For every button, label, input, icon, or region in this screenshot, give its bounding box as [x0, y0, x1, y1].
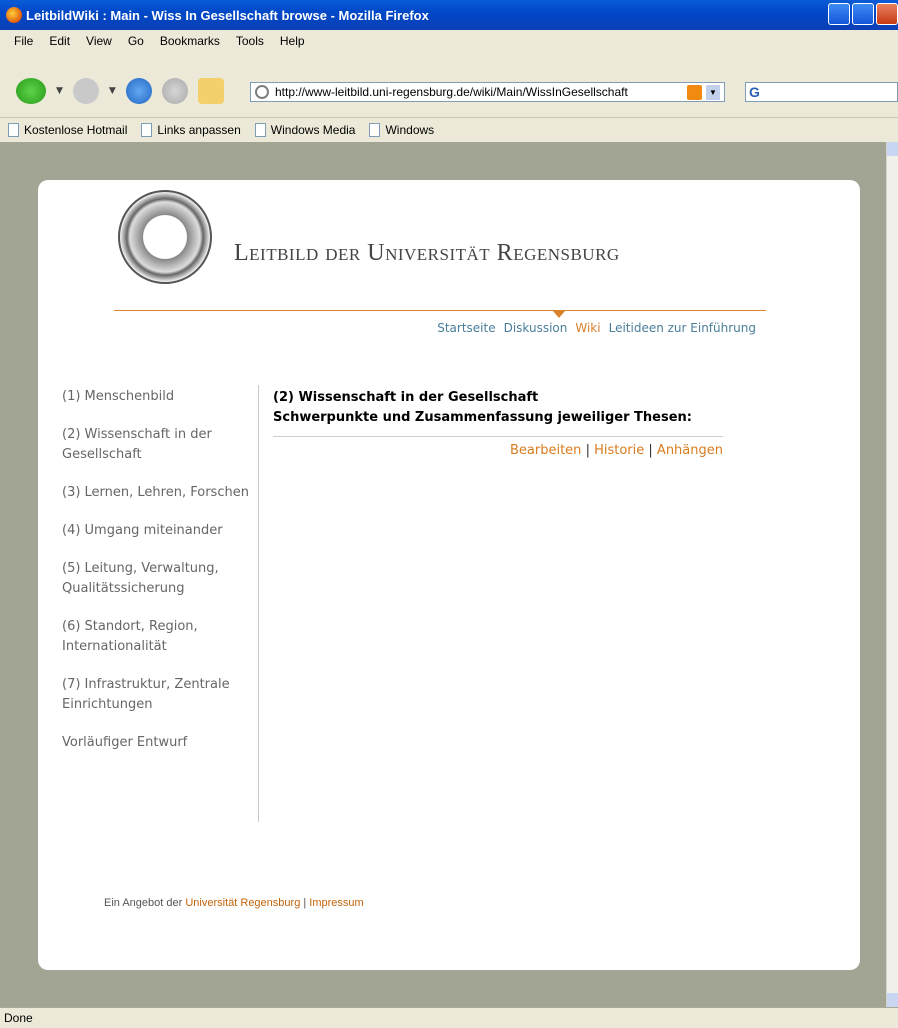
bookmark-label: Windows: [385, 123, 435, 137]
sidebar-divider: [258, 385, 259, 822]
nav-leitideen[interactable]: Leitideen zur Einführung: [609, 321, 756, 335]
menu-go[interactable]: Go: [120, 34, 152, 48]
home-icon[interactable]: [197, 78, 224, 104]
forward-dropdown-icon[interactable]: ▼: [109, 86, 116, 96]
vertical-scrollbar[interactable]: [886, 142, 898, 1007]
menu-help[interactable]: Help: [272, 34, 313, 48]
header-divider: [114, 310, 766, 311]
firefox-icon: [6, 7, 22, 23]
history-link[interactable]: Historie: [594, 443, 644, 458]
page-icon: [8, 123, 19, 137]
back-dropdown-icon[interactable]: ▼: [56, 86, 63, 96]
stop-icon[interactable]: [161, 78, 188, 104]
footer-university-link[interactable]: Universität Regensburg: [185, 897, 300, 909]
maximize-button[interactable]: [852, 3, 874, 25]
page-footer: Ein Angebot der Universität Regensburg |…: [104, 897, 364, 909]
status-bar: Done: [0, 1007, 898, 1028]
page-title: (2) Wissenschaft in der Gesellschaft: [273, 390, 539, 405]
window-controls: [828, 3, 898, 25]
status-text: Done: [4, 1011, 33, 1025]
page-viewport: Leitbild der Universität Regensburg Star…: [0, 142, 886, 1007]
page-icon: [141, 123, 153, 137]
forward-icon[interactable]: [72, 78, 99, 104]
bookmark-item[interactable]: Windows Media: [254, 123, 356, 137]
menu-view[interactable]: View: [78, 34, 120, 48]
nav-wiki[interactable]: Wiki: [575, 321, 600, 335]
sidebar-item-leitung[interactable]: (5) Leitung, Verwaltung, Qualitätssicher…: [62, 559, 262, 599]
sidebar-item-lernen[interactable]: (3) Lernen, Lehren, Forschen: [62, 483, 262, 503]
navigation-toolbar: ▼ ▼ http://www-leitbild.uni-regensburg.d…: [0, 52, 898, 118]
bookmark-label: Windows Media: [270, 123, 356, 137]
sidebar-item-umgang[interactable]: (4) Umgang miteinander: [62, 521, 262, 541]
bookmark-label: Kostenlose Hotmail: [24, 123, 128, 137]
address-url: http://www-leitbild.uni-regensburg.de/wi…: [275, 85, 628, 99]
sidebar-item-standort[interactable]: (6) Standort, Region, Internationalität: [62, 617, 262, 657]
sidebar-item-entwurf[interactable]: Vorläufiger Entwurf: [62, 733, 262, 753]
site-title: Leitbild der Universität Regensburg: [234, 240, 620, 266]
site-icon: [255, 85, 269, 99]
bookmark-item[interactable]: Links anpassen: [141, 123, 241, 137]
content-card: Leitbild der Universität Regensburg Star…: [38, 180, 860, 970]
sidebar: (1) Menschenbild (2) Wissenschaft in der…: [62, 387, 262, 771]
menu-bar: File Edit View Go Bookmarks Tools Help: [0, 30, 898, 52]
sidebar-item-infrastruktur[interactable]: (7) Infrastruktur, Zentrale Einrichtunge…: [62, 675, 262, 715]
window-titlebar: LeitbildWiki : Main - Wiss In Gesellscha…: [0, 0, 898, 30]
menu-bookmarks[interactable]: Bookmarks: [152, 34, 228, 48]
bookmark-item[interactable]: Kostenlose Hotmail: [8, 123, 127, 137]
page-icon: [254, 123, 266, 137]
attach-link[interactable]: Anhängen: [657, 443, 723, 458]
bookmarks-toolbar: Kostenlose Hotmail Links anpassen Window…: [0, 119, 898, 141]
main-content: (2) Wissenschaft in der Gesellschaft Sch…: [273, 388, 723, 458]
scroll-down-icon[interactable]: [887, 993, 898, 1007]
content-divider: [273, 436, 723, 437]
rss-icon[interactable]: [687, 85, 702, 100]
nav-startseite[interactable]: Startseite: [437, 321, 495, 335]
footer-separator: |: [303, 897, 307, 909]
active-nav-marker: [553, 311, 565, 318]
scroll-up-icon[interactable]: [887, 142, 898, 156]
footer-prefix: Ein Angebot der: [104, 897, 183, 909]
reload-icon[interactable]: [125, 78, 152, 104]
menu-edit[interactable]: Edit: [41, 34, 78, 48]
google-search-icon[interactable]: G: [749, 84, 760, 100]
address-dropdown-icon[interactable]: ▼: [706, 85, 720, 100]
page-icon: [369, 123, 381, 137]
search-input[interactable]: G: [745, 82, 898, 102]
bookmark-label: Links anpassen: [157, 123, 241, 137]
minimize-button[interactable]: [828, 3, 850, 25]
close-button[interactable]: [876, 3, 898, 25]
sidebar-item-menschenbild[interactable]: (1) Menschenbild: [62, 387, 262, 407]
address-bar[interactable]: http://www-leitbild.uni-regensburg.de/wi…: [250, 82, 725, 102]
page-subtitle: Schwerpunkte und Zusammenfassung jeweili…: [273, 410, 692, 425]
menu-tools[interactable]: Tools: [228, 34, 272, 48]
nav-diskussion[interactable]: Diskussion: [504, 321, 568, 335]
footer-impressum-link[interactable]: Impressum: [309, 897, 363, 909]
edit-link[interactable]: Bearbeiten: [510, 443, 581, 458]
bookmark-item[interactable]: Windows: [369, 123, 434, 137]
window-title: LeitbildWiki : Main - Wiss In Gesellscha…: [26, 7, 429, 23]
nav-buttons: ▼ ▼: [16, 78, 224, 104]
page-actions: Bearbeiten | Historie | Anhängen: [510, 443, 723, 458]
back-icon[interactable]: [16, 78, 46, 104]
university-seal-logo: [118, 190, 212, 284]
sidebar-item-wissenschaft[interactable]: (2) Wissenschaft in der Gesellschaft: [62, 425, 262, 465]
site-nav: Startseite Diskussion Wiki Leitideen zur…: [437, 321, 756, 335]
menu-file[interactable]: File: [6, 34, 41, 48]
